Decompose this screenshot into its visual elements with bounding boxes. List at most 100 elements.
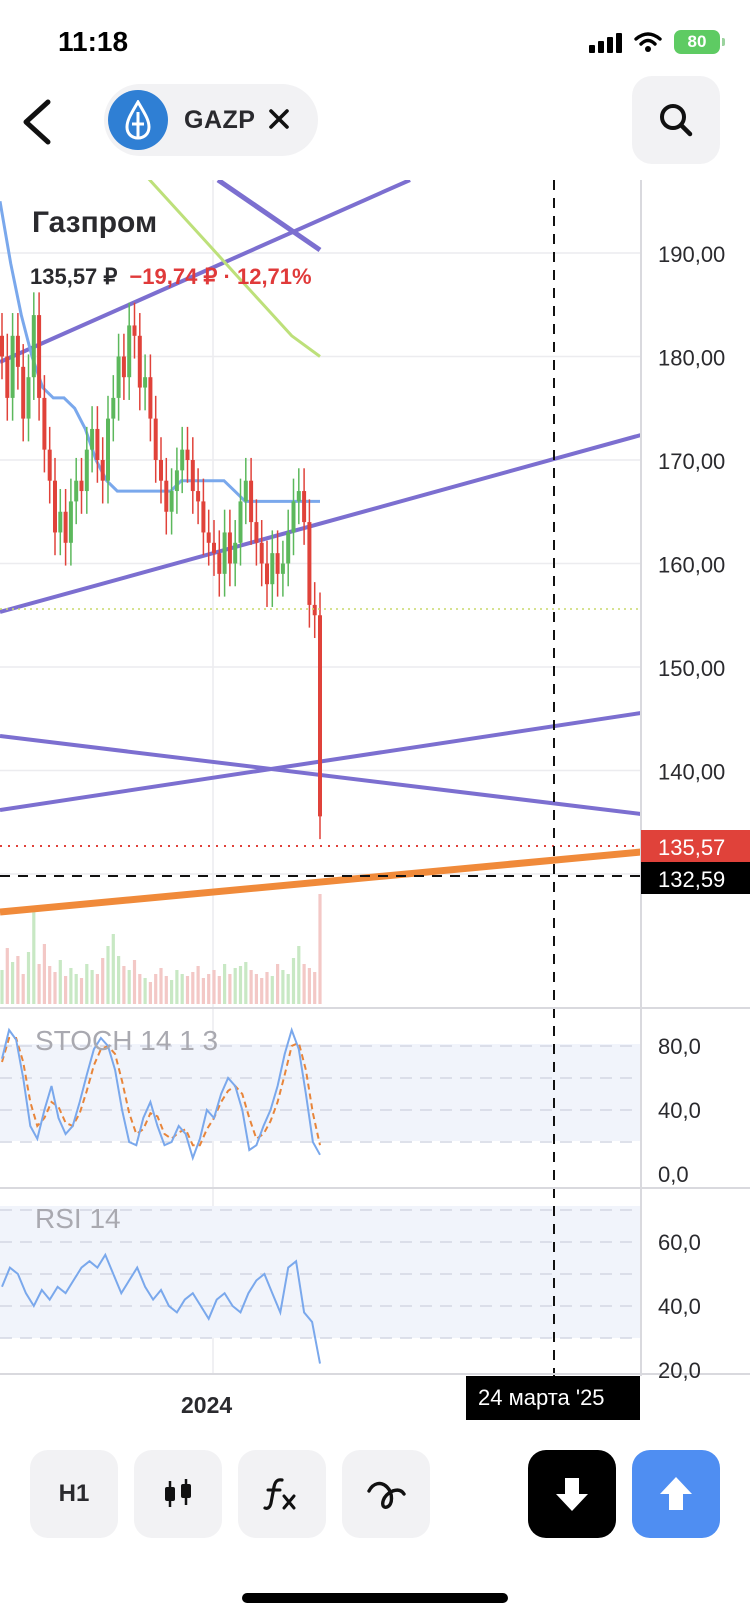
- price-change: −19,74 ₽ · 12,71%: [129, 264, 312, 289]
- back-arrow-icon[interactable]: [16, 96, 60, 148]
- candle: [222, 509, 227, 597]
- ticker-chip[interactable]: GAZP: [104, 84, 318, 156]
- indicators-button[interactable]: [238, 1450, 326, 1538]
- candle: [164, 457, 169, 535]
- candle: [254, 499, 259, 566]
- volume-bar: [270, 976, 274, 1004]
- candle-body: [164, 480, 169, 512]
- candle-body: [265, 563, 269, 585]
- volume-bar: [53, 972, 57, 1004]
- close-icon[interactable]: [262, 102, 296, 136]
- y-tick-label: 60,0: [658, 1230, 701, 1255]
- volume-bar: [26, 952, 31, 1004]
- stoch-band: [0, 1044, 641, 1141]
- volume-bar: [16, 956, 20, 1004]
- candle-body: [307, 522, 312, 605]
- candle: [312, 582, 317, 639]
- volume-bar: [260, 978, 264, 1004]
- volume-bar: [159, 968, 163, 1004]
- candle: [259, 520, 264, 587]
- volume-bar: [95, 974, 99, 1004]
- price-tag-value: 135,57: [658, 835, 725, 860]
- candle: [190, 437, 195, 514]
- candle-body: [143, 377, 148, 388]
- candle-body: [121, 356, 126, 378]
- buy-button[interactable]: [632, 1450, 720, 1538]
- candle-body: [42, 397, 47, 450]
- volume-bar: [233, 968, 237, 1004]
- trend-line: [216, 180, 322, 253]
- candle-body: [37, 315, 42, 398]
- candle: [53, 457, 57, 556]
- candle-body: [254, 522, 259, 543]
- price-chart[interactable]: 190,00180,00170,00160,00150,00140,00130,…: [0, 180, 750, 1430]
- company-name: Газпром: [32, 206, 158, 239]
- volume-bar: [154, 974, 158, 1004]
- candle-body: [280, 563, 285, 574]
- price-tag: 135,57: [641, 830, 750, 862]
- bottom-toolbar: H1: [0, 1450, 750, 1540]
- candle-body: [217, 553, 222, 574]
- volume-bar: [122, 966, 126, 1004]
- candle-body: [249, 480, 254, 523]
- candle: [159, 437, 163, 504]
- candle-body: [5, 356, 10, 398]
- candle-body: [47, 449, 52, 481]
- candle: [100, 437, 105, 504]
- y-tick-label: 170,00: [658, 449, 725, 474]
- candle-body: [212, 542, 216, 554]
- volume-bar: [32, 909, 36, 1004]
- candle-body: [79, 480, 84, 492]
- drawing-tools-button[interactable]: [342, 1450, 430, 1538]
- volume-bar: [64, 976, 68, 1004]
- candle: [132, 302, 137, 359]
- candle-body: [74, 480, 79, 502]
- volume-bar: [238, 966, 243, 1004]
- search-icon: [660, 104, 693, 137]
- candle: [31, 292, 36, 400]
- battery-indicator: 80: [674, 30, 725, 54]
- candle-body: [95, 428, 100, 460]
- candle: [148, 354, 153, 442]
- candle: [106, 395, 110, 504]
- chart-type-button[interactable]: [134, 1450, 222, 1538]
- rsi-axis: 60,0 40,0 20,0: [658, 1230, 701, 1383]
- sell-button[interactable]: [528, 1450, 616, 1538]
- volume-bar: [297, 946, 301, 1004]
- candle-body: [148, 377, 153, 419]
- candle-body: [270, 553, 275, 585]
- volume-bar: [207, 974, 211, 1004]
- candle-body: [275, 553, 280, 574]
- candle: [90, 406, 95, 473]
- candle: [15, 313, 20, 390]
- quote-line: 135,57 ₽ −19,74 ₽ · 12,71%: [30, 264, 312, 290]
- candle: [5, 333, 10, 421]
- candle-body: [127, 325, 132, 378]
- volume-bar: [265, 972, 269, 1004]
- candle-body: [243, 480, 248, 502]
- volume-bar: [117, 956, 121, 1004]
- candle: [280, 540, 285, 597]
- candle: [10, 313, 15, 421]
- candle-body: [106, 418, 110, 481]
- candle: [116, 333, 121, 421]
- candle: [37, 292, 42, 421]
- candle-body: [137, 335, 142, 388]
- search-button[interactable]: [632, 76, 720, 164]
- candle: [249, 457, 254, 545]
- candle-body: [185, 449, 190, 460]
- cellular-signal-icon: [589, 31, 622, 53]
- candle-body: [10, 335, 15, 398]
- candle: [121, 333, 126, 400]
- volume-bar: [170, 980, 174, 1004]
- candle: [79, 457, 84, 514]
- volume-bar: [74, 974, 78, 1004]
- timeframe-button[interactable]: H1: [30, 1450, 118, 1538]
- candle: [243, 457, 248, 525]
- candle-body: [174, 470, 179, 492]
- candle-body: [238, 501, 243, 543]
- price-axis: 190,00180,00170,00160,00150,00140,00130,…: [658, 242, 725, 888]
- volume-bar: [79, 978, 84, 1004]
- candle-body: [58, 511, 63, 533]
- volume-bar: [185, 976, 190, 1004]
